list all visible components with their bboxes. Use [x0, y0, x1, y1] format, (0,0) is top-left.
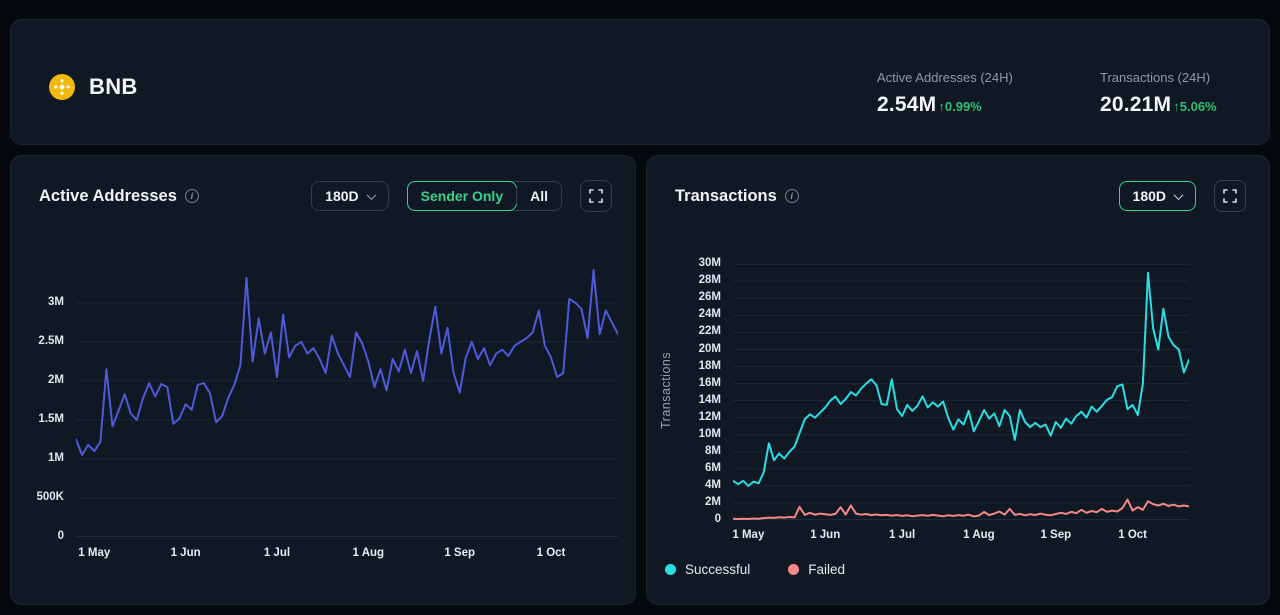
expand-button[interactable]	[1214, 180, 1246, 212]
successful-dot-icon	[665, 564, 676, 575]
bnb-coin-icon	[49, 74, 75, 100]
failed-dot-icon	[788, 564, 799, 575]
panel-title-active-addresses: Active Addresses	[39, 187, 177, 206]
y-axis-labels: 0500K1M1.5M2M2.5M3M	[11, 156, 68, 604]
expand-button[interactable]	[580, 180, 612, 212]
panel-title-transactions: Transactions	[675, 187, 777, 206]
stat-active-addresses-24h: Active Addresses (24H) 2.54M ↑0.99%	[877, 70, 1013, 117]
info-icon[interactable]: i	[785, 189, 799, 203]
active-addresses-chart[interactable]	[76, 256, 618, 537]
toggle-all[interactable]: All	[517, 181, 561, 211]
chevron-down-icon	[1174, 190, 1184, 200]
info-icon[interactable]: i	[185, 189, 199, 203]
stat-change-up: ↑0.99%	[938, 99, 981, 114]
range-dropdown[interactable]: 180D	[1119, 181, 1196, 211]
range-value: 180D	[1133, 188, 1166, 204]
fullscreen-icon	[1223, 189, 1237, 203]
transactions-chart[interactable]	[733, 260, 1189, 520]
coin-identity: BNB	[49, 74, 138, 100]
legend-item-failed[interactable]: Failed	[788, 562, 845, 577]
y-axis-title: Transactions	[659, 260, 673, 520]
legend-item-successful[interactable]: Successful	[665, 562, 750, 577]
coin-header-card: BNB Active Addresses (24H) 2.54M ↑0.99% …	[10, 19, 1270, 145]
x-axis-labels: 1 May1 Jun1 Jul1 Aug1 Sep1 Oct	[733, 529, 1189, 545]
stat-transactions-24h: Transactions (24H) 20.21M ↑5.06%	[1100, 70, 1217, 117]
range-value: 180D	[325, 188, 358, 204]
stat-value: 2.54M	[877, 93, 936, 117]
stat-label: Transactions (24H)	[1100, 70, 1217, 85]
sender-filter-toggle: Sender Only All	[407, 181, 562, 211]
chart-legend: Successful Failed	[665, 562, 845, 577]
transactions-panel: Transactions i 180D Transactions 02M4M6M…	[646, 155, 1270, 605]
chevron-down-icon	[366, 190, 376, 200]
bnb-diamond-glyph	[54, 79, 70, 95]
active-addresses-panel: Active Addresses i 180D Sender Only All …	[10, 155, 636, 605]
toggle-sender-only[interactable]: Sender Only	[407, 181, 517, 211]
stat-value: 20.21M	[1100, 93, 1171, 117]
coin-title: BNB	[89, 74, 138, 100]
stat-label: Active Addresses (24H)	[877, 70, 1013, 85]
stat-change-up: ↑5.06%	[1173, 99, 1216, 114]
range-dropdown[interactable]: 180D	[311, 181, 388, 211]
x-axis-labels: 1 May1 Jun1 Jul1 Aug1 Sep1 Oct	[76, 547, 618, 563]
fullscreen-icon	[589, 189, 603, 203]
